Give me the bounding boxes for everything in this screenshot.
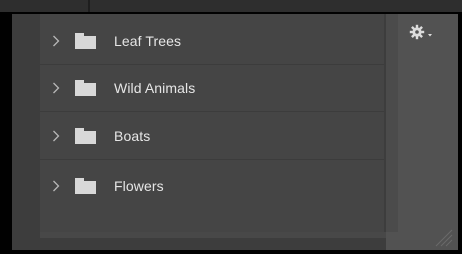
panel-side-column — [386, 14, 458, 250]
folder-icon — [75, 128, 97, 144]
folder-row-wild-animals[interactable]: Wild Animals — [40, 65, 384, 112]
dropdown-caret-icon — [428, 34, 432, 37]
folder-row-boats[interactable]: Boats — [40, 113, 384, 160]
folder-icon — [75, 33, 97, 49]
chevron-right-icon[interactable] — [52, 35, 72, 47]
top-strip-divider — [88, 0, 90, 12]
settings-menu-button[interactable] — [409, 24, 435, 42]
folder-row-leaf-trees[interactable]: Leaf Trees — [40, 18, 384, 65]
window-frame: Leaf Trees Wild Animals Boats Flowers — [0, 0, 462, 254]
folder-label: Wild Animals — [114, 80, 196, 96]
folder-row-flowers[interactable]: Flowers — [40, 162, 384, 209]
top-strip — [0, 0, 462, 12]
panel-scroll-gutter[interactable] — [386, 14, 398, 232]
folder-list-footer — [40, 232, 386, 238]
resize-grip-icon[interactable] — [432, 226, 454, 248]
chevron-right-icon[interactable] — [52, 130, 72, 142]
folder-label: Flowers — [114, 177, 164, 194]
folder-label: Leaf Trees — [114, 33, 182, 49]
chevron-right-icon[interactable] — [52, 82, 72, 94]
chevron-right-icon[interactable] — [52, 180, 72, 192]
folder-icon — [75, 177, 97, 194]
folder-icon — [75, 80, 97, 96]
folder-label: Boats — [114, 128, 151, 144]
